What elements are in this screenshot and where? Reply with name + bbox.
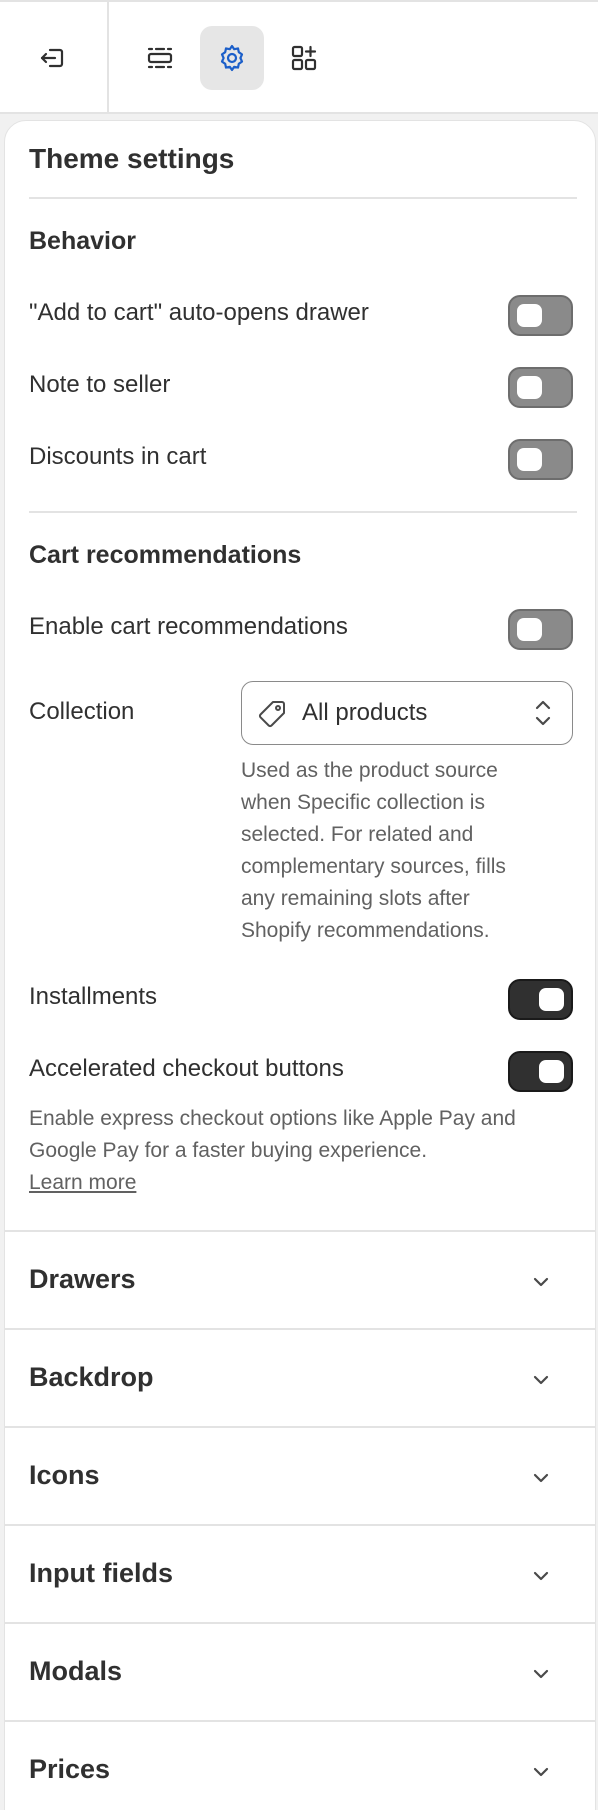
toggle-knob xyxy=(539,988,564,1011)
collection-label: Collection xyxy=(29,698,135,725)
help-line: Used as the product source xyxy=(241,759,498,782)
accordion-title: Modals xyxy=(29,1656,123,1686)
note-to-seller-label: Note to seller xyxy=(29,371,171,398)
accordion-icons[interactable]: Icons xyxy=(5,1426,595,1524)
editor-toolbar xyxy=(0,0,598,114)
help-line: Google Pay for a faster buying experienc… xyxy=(29,1139,428,1162)
accordion-drawers[interactable]: Drawers xyxy=(5,1230,595,1328)
chevron-down-icon xyxy=(533,1473,549,1483)
collection-select-value: All products xyxy=(302,699,428,726)
exit-icon xyxy=(40,48,64,68)
cart-recommendations-section-title: Cart recommendations xyxy=(29,541,302,569)
learn-more-link[interactable]: Learn more xyxy=(29,1171,136,1194)
sections-icon xyxy=(147,47,173,69)
accelerated-checkout-label: Accelerated checkout buttons xyxy=(29,1055,344,1082)
accordion-title: Backdrop xyxy=(29,1362,154,1392)
accordion-modals[interactable]: Modals xyxy=(5,1622,595,1720)
discounts-in-cart-label: Discounts in cart xyxy=(29,443,207,470)
theme-settings-button[interactable] xyxy=(200,26,264,90)
help-line: selected. For related and xyxy=(241,823,474,846)
note-to-seller-toggle[interactable] xyxy=(508,367,573,408)
accordion-title: Drawers xyxy=(29,1264,136,1294)
accordion-title: Prices xyxy=(29,1754,111,1784)
toggle-knob xyxy=(517,376,542,399)
toggle-knob xyxy=(517,304,542,327)
add-to-cart-drawer-toggle[interactable] xyxy=(508,295,573,336)
accordion-title: Input fields xyxy=(29,1558,173,1588)
apps-icon xyxy=(291,45,317,71)
discounts-in-cart-toggle[interactable] xyxy=(508,439,573,480)
divider xyxy=(29,511,577,513)
chevron-down-icon xyxy=(533,1767,549,1777)
enable-cart-recommendations-label: Enable cart recommendations xyxy=(29,613,348,640)
sections-button[interactable] xyxy=(128,26,192,90)
panel-title: Theme settings xyxy=(29,143,235,174)
accordion-title: Icons xyxy=(29,1460,100,1490)
exit-button[interactable] xyxy=(20,26,84,90)
toggle-knob xyxy=(517,618,542,641)
add-to-cart-drawer-label: "Add to cart" auto-opens drawer xyxy=(29,299,369,326)
chevron-down-icon xyxy=(533,1375,549,1385)
enable-cart-recommendations-toggle[interactable] xyxy=(508,609,573,650)
gear-icon xyxy=(220,44,244,72)
theme-settings-panel: Theme settings Behavior "Add to cart" au… xyxy=(4,120,596,1810)
tag-icon xyxy=(258,701,285,728)
help-line: Shopify recommendations. xyxy=(241,919,490,942)
collection-select[interactable]: All products xyxy=(241,681,573,745)
chevron-down-icon xyxy=(533,1669,549,1679)
collection-help-text: Used as the product source when Specific… xyxy=(241,755,577,947)
accordion-backdrop[interactable]: Backdrop xyxy=(5,1328,595,1426)
toolbar-divider xyxy=(107,2,109,114)
behavior-section-title: Behavior xyxy=(29,227,136,255)
accelerated-checkout-toggle[interactable] xyxy=(508,1051,573,1092)
chevron-down-icon xyxy=(533,1571,549,1581)
help-line: Enable express checkout options like App… xyxy=(29,1107,516,1130)
divider xyxy=(29,197,577,199)
apps-button[interactable] xyxy=(272,26,336,90)
help-line: complementary sources, fills xyxy=(241,855,506,878)
installments-toggle[interactable] xyxy=(508,979,573,1020)
toggle-knob xyxy=(517,448,542,471)
help-line: when Specific collection is xyxy=(241,791,485,814)
installments-label: Installments xyxy=(29,983,158,1010)
accordion-input-fields[interactable]: Input fields xyxy=(5,1524,595,1622)
accordion-prices[interactable]: Prices xyxy=(5,1720,595,1810)
chevron-down-icon xyxy=(533,1277,549,1287)
help-line: any remaining slots after xyxy=(241,887,470,910)
toggle-knob xyxy=(539,1060,564,1083)
accelerated-checkout-help-text: Enable express checkout options like App… xyxy=(29,1103,589,1199)
select-chevron-icon xyxy=(535,700,551,726)
